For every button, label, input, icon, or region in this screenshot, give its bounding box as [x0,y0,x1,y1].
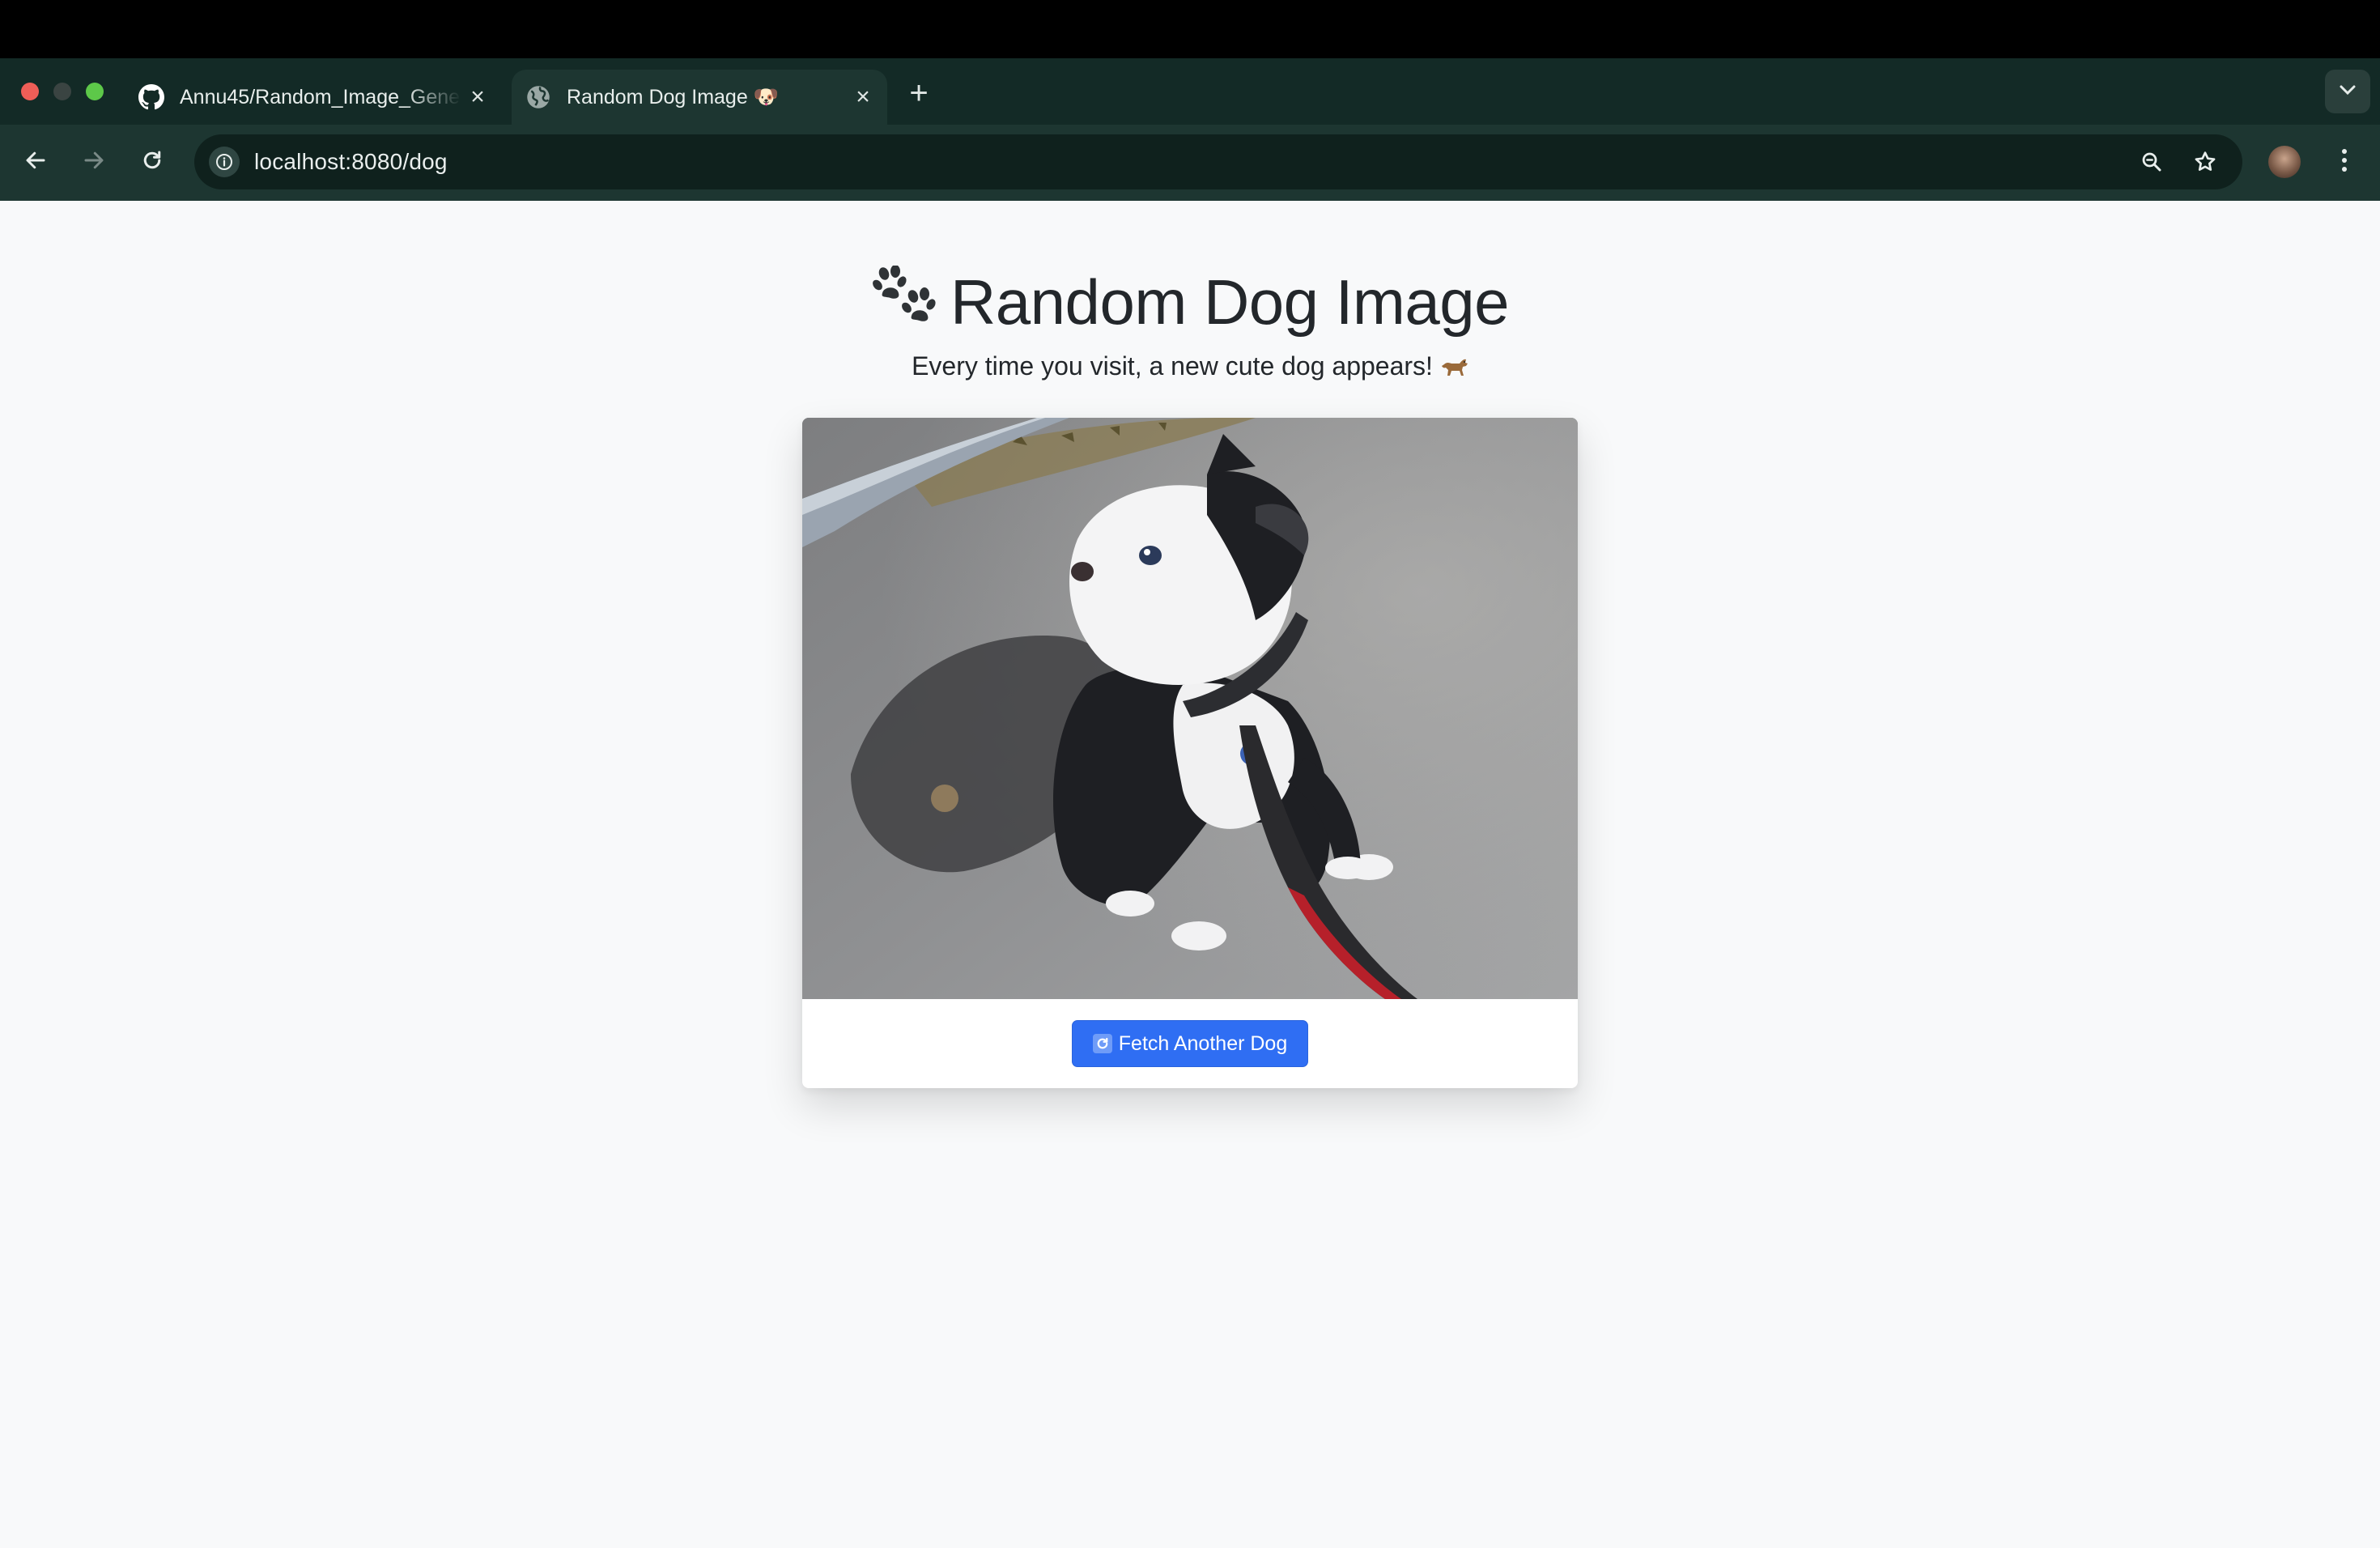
dog-card: Fetch Another Dog [802,418,1578,1088]
site-info-icon[interactable] [209,147,240,177]
page-content: Random Dog Image Every time you visit, a… [0,201,2380,1548]
zoom-icon[interactable] [2134,144,2170,180]
tab-github[interactable]: Annu45/Random_Image_Generator × [130,70,502,125]
forward-button[interactable] [74,142,113,181]
bookmark-star-icon[interactable] [2187,144,2223,180]
reload-icon [140,148,164,176]
page-subtitle-text: Every time you visit, a new cute dog app… [912,351,1433,381]
new-tab-button[interactable]: + [900,74,937,112]
top-black-bar [0,0,2380,58]
tab-close-button[interactable]: × [847,81,879,113]
tab-title: Annu45/Random_Image_Generator [180,85,461,108]
address-bar[interactable]: localhost:8080/dog [194,134,2242,189]
reload-button[interactable] [133,142,172,181]
chevron-down-icon [2339,84,2357,100]
page-title-text: Random Dog Image [950,266,1510,338]
arrow-left-icon [23,148,48,176]
window-close-button[interactable] [21,83,39,100]
dog-image [802,418,1578,999]
tab-close-button[interactable]: × [461,81,494,113]
paw-prints-icon [871,265,937,342]
page-subtitle: Every time you visit, a new cute dog app… [0,351,2380,384]
fetch-button-label: Fetch Another Dog [1118,1031,1288,1055]
globe-icon [525,83,552,111]
arrow-right-icon [82,148,106,176]
url-text[interactable]: localhost:8080/dog [254,149,448,175]
back-button[interactable] [16,142,55,181]
window-zoom-button[interactable] [86,83,104,100]
fetch-another-dog-button[interactable]: Fetch Another Dog [1072,1020,1308,1067]
page-title: Random Dog Image [0,265,2380,342]
refresh-icon [1092,1034,1112,1053]
profile-avatar[interactable] [2268,146,2301,178]
tab-search-button[interactable] [2325,70,2370,113]
tab-random-dog[interactable]: Random Dog Image 🐶 × [512,70,887,125]
window-minimize-button[interactable] [53,83,71,100]
tab-title: Random Dog Image 🐶 [567,85,779,108]
dog-icon [1441,353,1468,384]
browser-menu-button[interactable] [2327,142,2362,181]
github-icon [138,83,165,111]
more-vertical-icon [2340,147,2348,177]
